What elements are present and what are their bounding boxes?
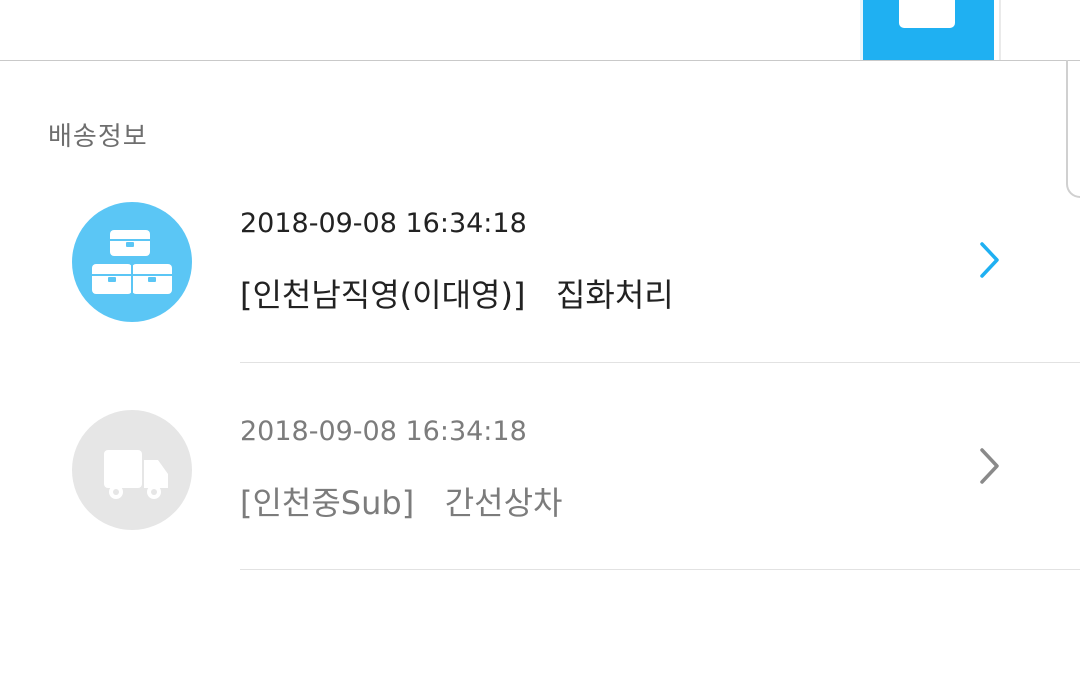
delivery-status: 집화처리: [555, 276, 674, 314]
chevron-right-icon[interactable]: [972, 236, 1008, 284]
top-divider: [999, 0, 1001, 60]
section-title: 배송정보: [48, 122, 148, 152]
delivery-date: 2018-09-08 16:34:18: [240, 208, 527, 239]
delivery-status: 간선상차: [444, 484, 563, 522]
top-action-button[interactable]: [860, 0, 994, 60]
delivery-status-line: [인천남직영(이대영)] 집화처리: [240, 270, 674, 316]
top-action-icon: [899, 0, 955, 28]
delivery-location: [인천남직영(이대영)]: [240, 276, 526, 314]
divider: [240, 362, 1080, 363]
delivery-status-line: [인천중Sub] 간선상차: [240, 478, 562, 524]
chevron-right-icon[interactable]: [972, 442, 1008, 490]
boxes-icon: [72, 202, 192, 322]
scroll-panel-edge: [1066, 60, 1080, 198]
delivery-date: 2018-09-08 16:34:18: [240, 416, 527, 447]
truck-icon: [72, 410, 192, 530]
top-bar: [0, 0, 1080, 61]
divider: [240, 569, 1080, 570]
delivery-location: [인천중Sub]: [240, 484, 415, 522]
